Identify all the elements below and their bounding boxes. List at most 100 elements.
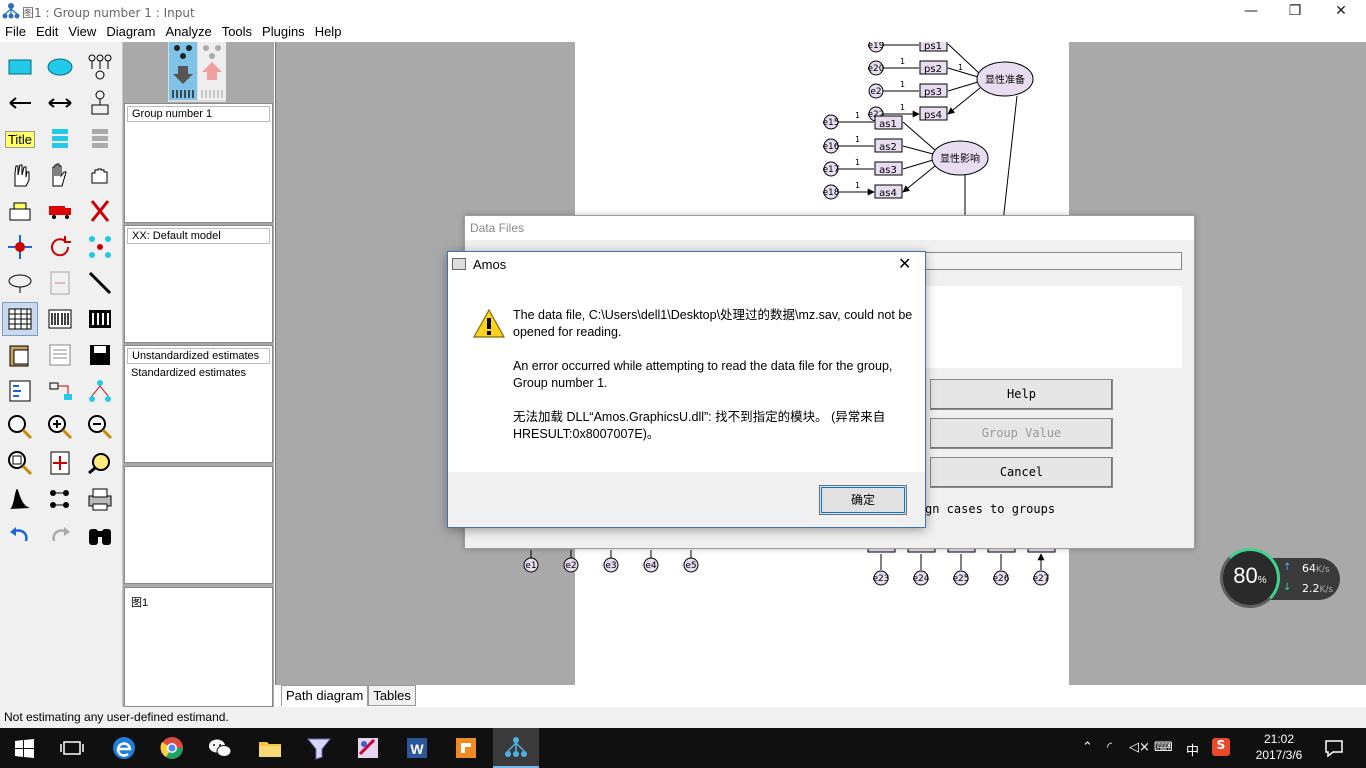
model-item[interactable]: XX: Default model (127, 228, 270, 244)
error-e26[interactable]: e26 (993, 570, 1010, 586)
error-e23[interactable]: e23 (873, 570, 890, 586)
indicator-ps4[interactable]: ps4 (919, 106, 948, 121)
tab-path-diagram[interactable]: Path diagram (281, 685, 369, 706)
rectangle-tool-icon[interactable] (2, 50, 38, 84)
fit-page-icon[interactable] (42, 446, 78, 480)
object-properties-icon[interactable] (2, 374, 38, 408)
specification-search-binoculars-icon[interactable] (82, 518, 118, 552)
word-icon[interactable]: W (403, 734, 431, 762)
menu-diagram[interactable]: Diagram (101, 22, 160, 41)
ellipse-tool-icon[interactable] (42, 50, 78, 84)
error-e24[interactable]: e24 (913, 570, 930, 586)
windows-start-icon[interactable] (10, 734, 38, 762)
list-variables-data-icon[interactable] (82, 122, 118, 156)
sogou-ime-icon[interactable]: S (1212, 738, 1230, 756)
indicator-tool-icon[interactable] (82, 50, 118, 84)
error-e3-node[interactable]: e3 (603, 557, 619, 573)
group-item[interactable]: Group number 1 (127, 106, 270, 122)
zoom-area-icon[interactable] (2, 410, 38, 444)
undo-icon[interactable] (2, 518, 38, 552)
assign-cases-checkbox-label[interactable]: gn cases to groups (925, 502, 1055, 516)
error-e19[interactable]: e19 (868, 42, 885, 53)
pdf-editor-icon[interactable] (452, 734, 480, 762)
chrome-browser-icon[interactable] (158, 734, 186, 762)
indicator-ps1[interactable]: ps1 (919, 42, 948, 52)
file-item[interactable]: 图1 (125, 588, 272, 611)
print-icon[interactable] (82, 482, 118, 516)
filter-app-icon[interactable] (305, 734, 333, 762)
group-value-button[interactable]: Group Value (930, 418, 1113, 449)
help-button[interactable]: Help (930, 379, 1113, 410)
move-truck-icon[interactable] (42, 194, 78, 228)
double-arrow-tool-icon[interactable] (42, 86, 78, 120)
move-parameters-icon[interactable] (2, 230, 38, 264)
latent-var-2[interactable]: 显性影响 (931, 140, 989, 176)
error-e2-top[interactable]: e2 (868, 83, 884, 99)
indicator-ps2[interactable]: ps2 (919, 60, 948, 75)
error-e15[interactable]: e15 (823, 114, 840, 130)
error-e27[interactable]: e27 (1033, 570, 1050, 586)
unique-variable-tool-icon[interactable] (82, 86, 118, 120)
indicator-ps3[interactable]: ps3 (919, 83, 948, 98)
notification-center-icon[interactable] (1320, 734, 1348, 762)
zoom-out-icon[interactable] (82, 410, 118, 444)
restore-button[interactable]: ❐ (1272, 0, 1318, 24)
volume-icon[interactable]: ◁× (1129, 740, 1150, 755)
touch-up-icon[interactable] (42, 266, 78, 300)
error-e20[interactable]: e20 (868, 60, 885, 76)
menu-tools[interactable]: Tools (217, 22, 257, 41)
bayesian-distribution-icon[interactable] (2, 482, 38, 516)
calculate-estimates-icon[interactable] (82, 302, 118, 336)
paint-app-icon[interactable] (354, 734, 382, 762)
error-e18[interactable]: e18 (823, 184, 840, 200)
duplicate-icon[interactable] (2, 194, 38, 228)
error-e25[interactable]: e25 (953, 570, 970, 586)
preserve-symmetries-icon[interactable] (82, 374, 118, 408)
menu-file[interactable]: File (0, 22, 31, 41)
error-e17[interactable]: e17 (823, 161, 840, 177)
menu-view[interactable]: View (63, 22, 101, 41)
close-window-button[interactable]: ✕ (1318, 0, 1364, 24)
standardized-estimates-item[interactable]: Standardized estimates (125, 366, 272, 380)
close-icon[interactable]: ✕ (898, 254, 911, 274)
view-input-icon[interactable] (169, 42, 197, 100)
error-e16[interactable]: e16 (823, 138, 840, 154)
shape-of-object-icon[interactable] (2, 266, 38, 300)
tray-expand-icon[interactable]: ⌃ (1082, 740, 1093, 755)
cancel-button[interactable]: Cancel (930, 457, 1113, 488)
list-variables-model-icon[interactable] (42, 122, 78, 156)
error-e2-node[interactable]: e2 (563, 557, 579, 573)
magic-wand-icon[interactable] (82, 266, 118, 300)
title-tool-icon[interactable]: Title (2, 122, 38, 156)
select-all-hand-icon[interactable] (42, 158, 78, 192)
latent-var-1[interactable]: 显性准备 (976, 61, 1034, 97)
keyboard-icon[interactable]: ⌨ (1154, 740, 1173, 755)
analysis-properties-icon[interactable] (42, 302, 78, 336)
clock[interactable]: 21:02 2017/3/6 (1244, 731, 1314, 763)
save-disk-icon[interactable] (82, 338, 118, 372)
copy-clipboard-icon[interactable] (2, 338, 38, 372)
text-output-icon[interactable] (42, 338, 78, 372)
network-speed-widget[interactable]: 80% ↑ 64K/s ↓ 2.2K/s (1220, 548, 1340, 610)
drag-properties-icon[interactable] (42, 374, 78, 408)
single-arrow-tool-icon[interactable] (2, 86, 38, 120)
file-explorer-icon[interactable] (256, 734, 284, 762)
ok-button[interactable]: 确定 (819, 485, 907, 515)
menu-help[interactable]: Help (310, 22, 347, 41)
deselect-all-hand-icon[interactable] (82, 158, 118, 192)
multiple-group-icon[interactable] (42, 482, 78, 516)
menu-edit[interactable]: Edit (31, 22, 63, 41)
task-view-icon[interactable] (58, 734, 86, 762)
loupe-icon[interactable] (82, 446, 118, 480)
zoom-page-icon[interactable] (2, 446, 38, 480)
reflect-indicators-icon[interactable] (82, 230, 118, 264)
ime-indicator[interactable]: 中 (1186, 740, 1199, 759)
wechat-icon[interactable] (206, 734, 234, 762)
menu-analyze[interactable]: Analyze (160, 22, 216, 41)
error-e5-node[interactable]: e5 (683, 557, 699, 573)
rotate-icon[interactable] (42, 230, 78, 264)
unstandardized-estimates-item[interactable]: Unstandardized estimates (127, 348, 270, 364)
tab-tables[interactable]: Tables (368, 685, 416, 706)
indicator-as3[interactable]: as3 (874, 161, 903, 176)
zoom-in-icon[interactable] (42, 410, 78, 444)
